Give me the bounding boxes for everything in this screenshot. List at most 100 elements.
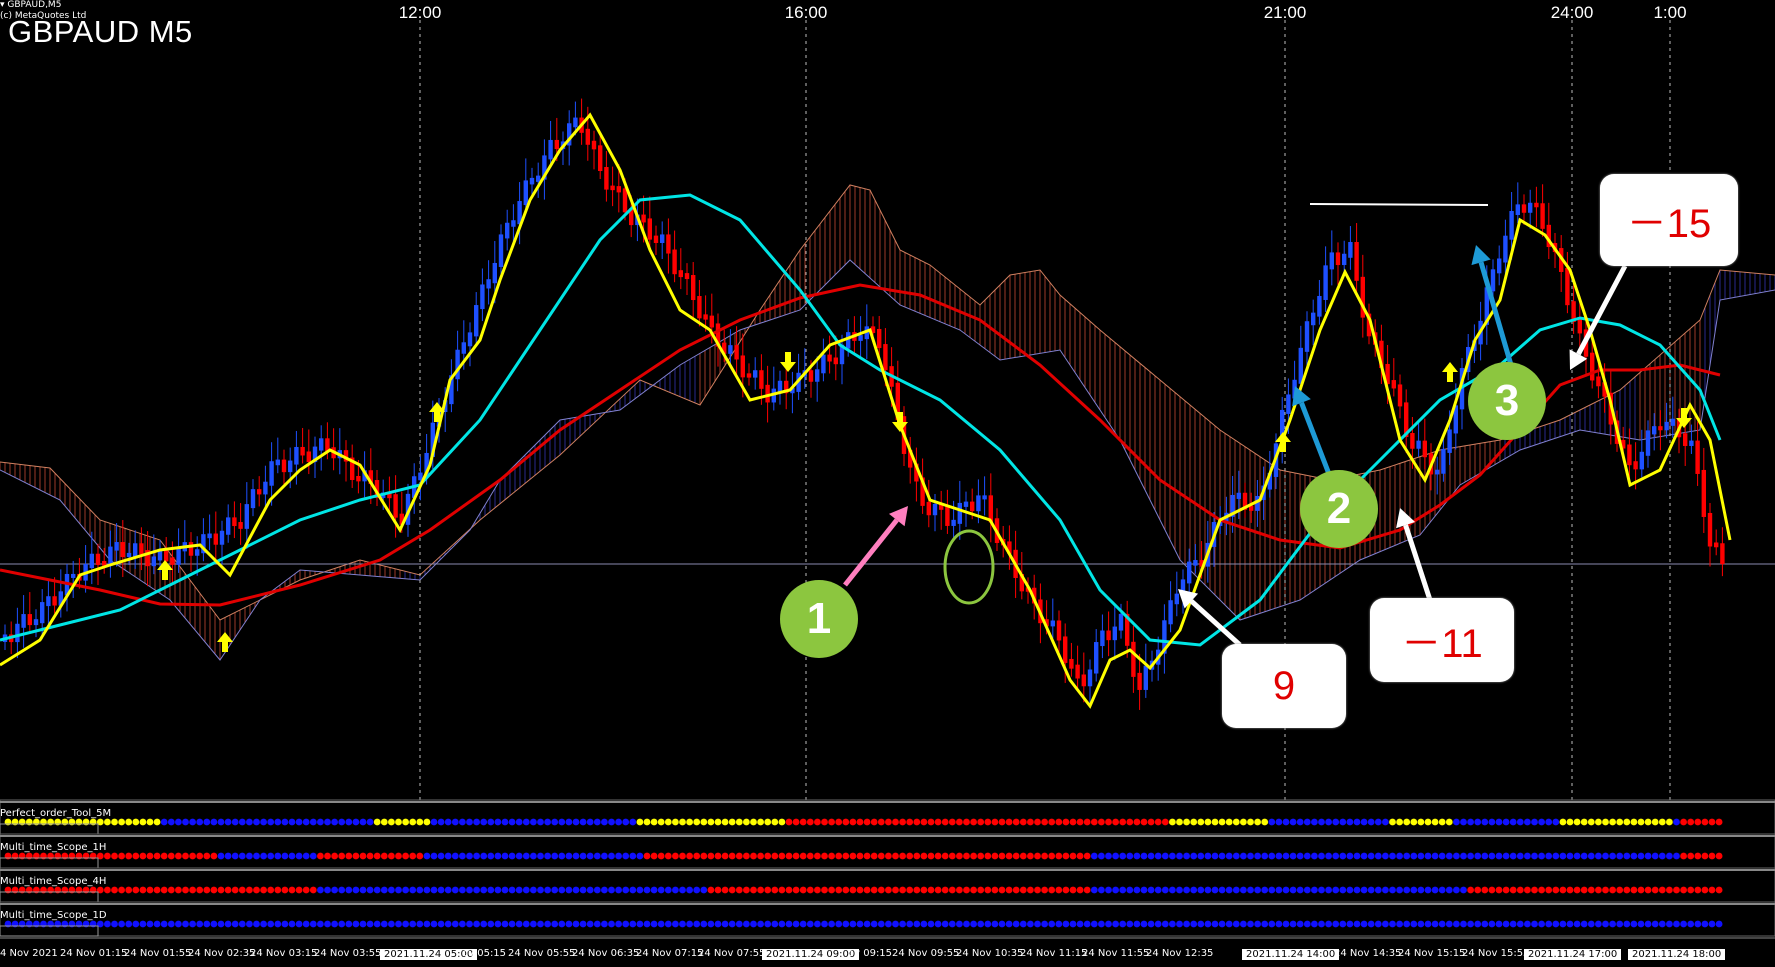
indicator-dot (189, 852, 197, 860)
indicator-dot (885, 886, 892, 894)
indicator-dot (1311, 852, 1318, 860)
candle-body (827, 354, 832, 362)
candle-body (709, 315, 714, 328)
indicator-dot (1254, 886, 1261, 894)
indicator-dot (828, 920, 835, 928)
indicator-dot (324, 886, 331, 894)
candle-body (548, 139, 553, 160)
candle-body (480, 284, 485, 310)
candle-body (1056, 620, 1062, 641)
indicator-dot (1573, 920, 1581, 928)
indicator-dot (1382, 818, 1389, 826)
indicator-dot (1204, 852, 1212, 860)
indicator-dot (1232, 818, 1240, 826)
candle-body (226, 517, 231, 535)
indicator-dot (1232, 886, 1240, 894)
indicator-dot (238, 920, 246, 928)
indicator-dot (778, 852, 786, 860)
indicator-dot (295, 818, 303, 826)
indicator-dot (1190, 920, 1198, 928)
indicator-dot (309, 818, 317, 826)
indicator-dot (593, 920, 601, 928)
indicator-dot (1580, 852, 1588, 860)
indicator-dot (395, 818, 402, 826)
indicator-dot (970, 920, 977, 928)
candle-body (815, 369, 820, 382)
indicator-dot (1623, 920, 1631, 928)
indicator-dot (735, 818, 743, 826)
indicator-dot (778, 818, 786, 826)
indicator-dot (629, 852, 637, 860)
indicator-dot (1197, 852, 1205, 860)
candle-body (970, 501, 975, 512)
indicator-dot (288, 886, 296, 894)
indicator-dot (1303, 886, 1311, 894)
candle-body (170, 557, 175, 565)
candle-body (1410, 432, 1415, 449)
indicator-dot (125, 818, 133, 826)
indicator-dot (146, 852, 154, 860)
indicator-dot (750, 818, 757, 826)
indicator-dot (934, 886, 942, 894)
indicator-dot (402, 852, 409, 860)
indicator-dot (1353, 852, 1361, 860)
indicator-dot (778, 920, 786, 928)
indicator-dot (274, 886, 282, 894)
indicator-dot (1261, 852, 1269, 860)
indicator-dot (977, 920, 985, 928)
candle-body (1652, 426, 1657, 435)
indicator-dot (657, 818, 665, 826)
indicator-dot (1701, 920, 1709, 928)
indicator-dot (1218, 818, 1226, 826)
indicator-dot (579, 920, 587, 928)
indicator-dot (530, 818, 537, 826)
indicator-dot (1041, 920, 1048, 928)
candle-body (858, 335, 863, 341)
candle-body (300, 446, 305, 456)
indicator-dot (579, 852, 587, 860)
indicator-dot (686, 886, 693, 894)
candle-body (691, 275, 696, 301)
indicator-dot (1332, 818, 1340, 826)
indicator-dot (267, 852, 275, 860)
indicator-dot (778, 886, 786, 894)
indicator-panel (0, 799, 1775, 835)
indicator-dot (601, 818, 608, 826)
indicator-dot (899, 852, 906, 860)
indicator-dot (1481, 818, 1489, 826)
indicator-dot (679, 920, 686, 928)
indicator-dot (309, 886, 317, 894)
indicator-dot (1694, 852, 1702, 860)
indicator-dot (672, 920, 679, 928)
indicator-dot (672, 852, 679, 860)
indicator-dot (1573, 852, 1581, 860)
indicator-dot (217, 886, 225, 894)
candle-body (461, 342, 466, 354)
indicator-dot (1112, 818, 1119, 826)
indicator-dot (260, 852, 267, 860)
indicator-dot (1438, 920, 1446, 928)
indicator-dot (1197, 818, 1205, 826)
indicator-dot (1552, 818, 1560, 826)
indicator-dot (196, 818, 204, 826)
indicator-dot (806, 886, 814, 894)
indicator-dot (402, 920, 409, 928)
indicator-dot (1694, 818, 1702, 826)
indicator-dot (1247, 920, 1254, 928)
indicator-dot (1140, 886, 1148, 894)
price-chart-canvas[interactable] (0, 0, 1775, 967)
indicator-dot (593, 886, 601, 894)
indicator-dot (714, 818, 722, 826)
indicator-dot (1453, 818, 1460, 826)
indicator-dot (1353, 818, 1361, 826)
indicator-dot (466, 920, 473, 928)
indicator-dot (1360, 920, 1368, 928)
indicator-dot (302, 852, 310, 860)
chart-window[interactable]: ▾ GBPAUD,M5 (c) MetaQuotes Ltd GBPAUD M5… (0, 0, 1775, 967)
indicator-dot (196, 920, 204, 928)
indicator-dot (1587, 920, 1595, 928)
indicator-dot (1687, 920, 1695, 928)
indicator-dot (1573, 818, 1581, 826)
indicator-dot (1296, 852, 1304, 860)
date-label: 24 Nov 05:55 (508, 948, 576, 959)
